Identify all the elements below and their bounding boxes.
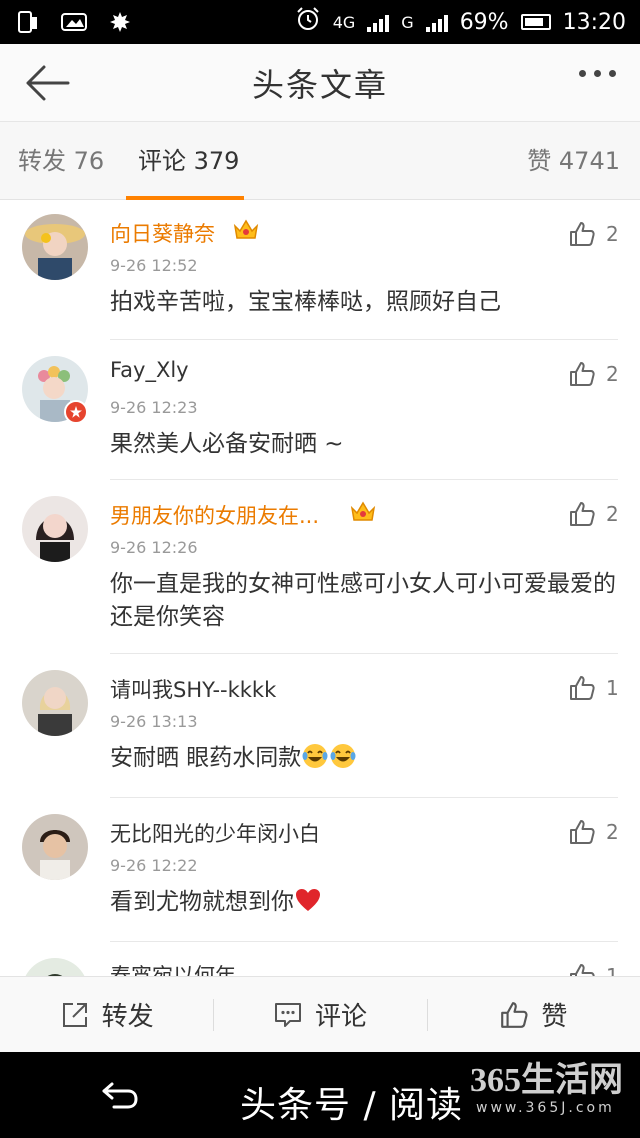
more-dot-icon [609, 70, 616, 77]
watermark-brand: 365生活网 [470, 1062, 623, 1099]
like-label: 赞 [541, 1002, 568, 1032]
comment-username[interactable]: 男朋友你的女朋友在... [110, 500, 319, 530]
thumbs-up-icon [570, 222, 595, 246]
thumbs-up-icon [570, 676, 595, 700]
battery-icon [520, 14, 551, 30]
comment-like-count: 2 [606, 222, 619, 246]
vip-crown-icon [350, 501, 376, 521]
photo-notification-icon [60, 11, 88, 33]
comment-like-count: 1 [606, 676, 619, 700]
comment-like-button[interactable]: 2 [568, 500, 619, 528]
more-button[interactable] [579, 70, 616, 77]
comment-text: 果然美人必备安耐晒 ~ [110, 431, 344, 457]
comment-like-button[interactable]: 2 [568, 818, 619, 846]
signal-icon-2 [425, 12, 448, 32]
battery-percent: 69% [459, 9, 509, 35]
comment-text: 拍戏辛苦啦，宝宝棒棒哒，照顾好自己 [110, 289, 501, 315]
laughing-tears-emoji-icon [330, 744, 356, 768]
page-title: 头条文章 [251, 65, 388, 104]
comment-text: 安耐晒 眼药水同款 [110, 742, 626, 775]
verified-badge-icon [64, 400, 88, 424]
alarm-icon [295, 6, 321, 38]
comment-text: 看到尤物就想到你 [110, 886, 626, 919]
leaf-notification-icon [106, 11, 134, 33]
comment-item: 向日葵静奈 9-26 12:52 拍戏辛苦啦，宝宝棒棒哒，照顾好自己 2 [0, 200, 640, 340]
comment-time: 9-26 13:13 [110, 712, 198, 731]
more-dot-icon [594, 70, 601, 77]
tab-bar: 转发 76 评论 379 赞 4741 [0, 122, 640, 200]
comment-username[interactable]: 向日葵静奈 [110, 218, 215, 248]
comment-like-button[interactable]: 2 [568, 220, 619, 248]
avatar[interactable] [22, 814, 88, 880]
action-bar: 转发 评论 赞 [0, 976, 640, 1052]
system-back-button[interactable] [100, 1078, 140, 1112]
comment-username[interactable]: 请叫我SHY--kkkk [110, 674, 276, 704]
comment-like-count: 2 [606, 502, 619, 526]
forward-label: 转发 [101, 1002, 154, 1032]
laughing-tears-emoji-icon [302, 744, 328, 768]
return-arrow-icon [102, 1082, 138, 1109]
thumbs-up-icon [570, 964, 595, 976]
comment-like-button[interactable]: 2 [568, 360, 619, 388]
vip-crown-icon [233, 219, 259, 239]
comment-username[interactable]: 春宵宛以何年 [110, 960, 236, 976]
comment-button[interactable]: 评论 [213, 977, 426, 1052]
avatar[interactable] [22, 496, 88, 562]
thumbs-up-icon [501, 1001, 528, 1028]
comment-like-button[interactable]: 1 [568, 674, 619, 702]
back-button[interactable] [22, 62, 72, 104]
more-dot-icon [579, 70, 586, 77]
share-icon [62, 1002, 87, 1027]
thumbs-up-icon [570, 362, 595, 386]
comment-time: 9-26 12:23 [110, 398, 198, 417]
comment-username[interactable]: Fay_Xly [110, 358, 189, 382]
status-bar: 4G G 69% 13:20 [0, 0, 640, 44]
comment-time: 9-26 12:22 [110, 856, 198, 875]
comment-text: 你一直是我的女神可性感可小女人可小可爱最爱的还是你笑容 [110, 571, 616, 630]
signal-icon [367, 12, 390, 32]
carrier-label: G [401, 12, 414, 32]
forward-button[interactable]: 转发 [0, 977, 213, 1052]
comment-item: Fay_Xly 9-26 12:23 果然美人必备安耐晒 ~ 2 [0, 340, 640, 480]
comment-item: 春宵宛以何年 1 [0, 942, 640, 976]
avatar[interactable] [22, 670, 88, 736]
thumbs-up-icon [570, 502, 595, 526]
comment-item: 无比阳光的少年闵小白 9-26 12:22 看到尤物就想到你 2 [0, 798, 640, 942]
back-arrow-icon [26, 65, 70, 101]
comment-bubble-icon [274, 1002, 301, 1027]
comment-like-count: 2 [606, 820, 619, 844]
comment-text-content: 安耐晒 眼药水同款 [110, 745, 302, 771]
watermark-text: 头条号 / 阅读 [240, 1085, 464, 1126]
comment-list[interactable]: 向日葵静奈 9-26 12:52 拍戏辛苦啦，宝宝棒棒哒，照顾好自己 2 Fay… [0, 200, 640, 976]
watermark-url: www.365J.com [476, 1100, 615, 1116]
like-button[interactable]: 赞 [426, 977, 640, 1052]
comment-item: 男朋友你的女朋友在... 9-26 12:26 你一直是我的女神可性感可小女人可… [0, 480, 640, 654]
phone-notification-icon [14, 11, 42, 33]
comment-like-count: 1 [606, 964, 619, 976]
system-nav-bar: 头条号 / 阅读 365生活网 www.365J.com [0, 1052, 640, 1138]
avatar[interactable] [22, 214, 88, 280]
comment-time: 9-26 12:26 [110, 538, 198, 557]
comment-item: 请叫我SHY--kkkk 9-26 13:13 安耐晒 眼药水同款 1 [0, 654, 640, 798]
comment-like-button[interactable]: 1 [568, 962, 619, 976]
comment-username[interactable]: 无比阳光的少年闵小白 [110, 818, 320, 848]
avatar[interactable] [22, 958, 88, 976]
comment-like-count: 2 [606, 362, 619, 386]
tab-forward[interactable]: 转发 76 [18, 122, 104, 200]
comment-text-content: 看到尤物就想到你 [110, 889, 294, 915]
clock: 13:20 [562, 9, 626, 35]
red-heart-icon [296, 889, 320, 911]
tab-comments[interactable]: 评论 379 [138, 122, 239, 200]
network-type-label: 4G [332, 12, 356, 32]
tab-likes[interactable]: 赞 4741 [527, 122, 620, 200]
title-bar: 头条文章 [0, 44, 640, 122]
thumbs-up-icon [570, 820, 595, 844]
comment-label: 评论 [314, 1002, 367, 1032]
comment-time: 9-26 12:52 [110, 256, 198, 275]
